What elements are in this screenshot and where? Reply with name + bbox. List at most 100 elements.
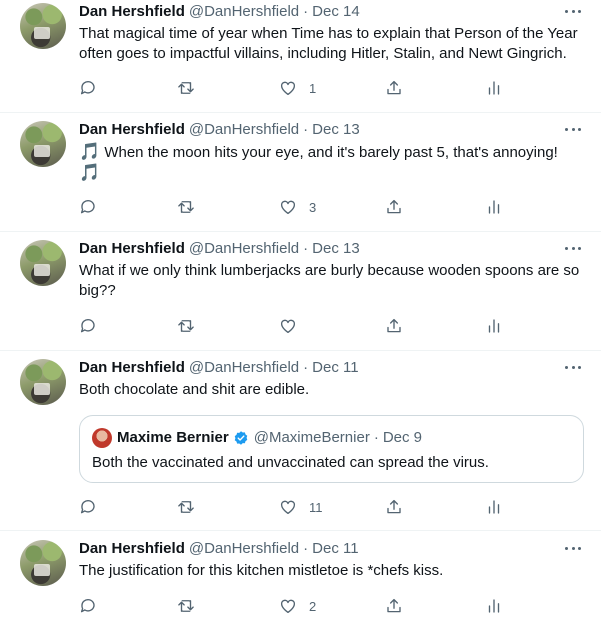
tweet[interactable]: Dan Hershfield @DanHershfield · Dec 14 T… [0, 0, 601, 113]
retweet-button[interactable] [177, 595, 195, 617]
music-note-emoji: 🎵 [79, 142, 101, 161]
reply-icon [80, 200, 95, 214]
tweet-text: 🎵 When the moon hits your eye, and it's … [79, 142, 584, 184]
author-handle[interactable]: @DanHershfield [189, 539, 299, 559]
tweet-header: Dan Hershfield @DanHershfield · Dec 11 [79, 358, 359, 378]
tweet-date[interactable]: Dec 14 [312, 2, 360, 22]
like-button[interactable] [279, 315, 309, 337]
more-icon[interactable] [562, 122, 584, 136]
more-icon[interactable] [562, 541, 584, 555]
retweet-icon [178, 82, 194, 94]
tweet-text: That magical time of year when Time has … [79, 25, 578, 62]
separator-dot: · [303, 121, 309, 138]
separator-dot: · [303, 540, 309, 557]
share-button[interactable] [385, 496, 403, 518]
retweet-icon [178, 501, 194, 513]
tweet[interactable]: Dan Hershfield @DanHershfield · Dec 11 B… [0, 356, 601, 531]
author-handle[interactable]: @DanHershfield [189, 120, 299, 140]
author-name[interactable]: Dan Hershfield [79, 239, 185, 259]
share-button[interactable] [385, 595, 403, 617]
tweet[interactable]: Dan Hershfield @DanHershfield · Dec 11 T… [0, 537, 601, 628]
tweet[interactable]: Dan Hershfield @DanHershfield · Dec 13 W… [0, 237, 601, 351]
author-name[interactable]: Dan Hershfield [79, 539, 185, 559]
like-icon [280, 500, 296, 515]
author-name[interactable]: Dan Hershfield [79, 358, 185, 378]
share-button[interactable] [385, 315, 403, 337]
more-icon[interactable] [562, 4, 584, 18]
like-button[interactable]: 11 [279, 496, 323, 518]
analytics-icon [488, 500, 500, 514]
share-icon [387, 199, 401, 214]
tweet-actions: 3 [79, 196, 500, 218]
reply-button[interactable] [79, 315, 97, 337]
more-icon[interactable] [562, 360, 584, 374]
tweet-actions: 11 [79, 496, 500, 518]
music-note-emoji: 🎵 [79, 163, 101, 182]
retweet-button[interactable] [177, 77, 195, 99]
like-count: 2 [309, 598, 317, 614]
share-button[interactable] [385, 196, 403, 218]
analytics-icon [488, 81, 500, 95]
retweet-button[interactable] [177, 196, 195, 218]
tweet-date[interactable]: Dec 13 [312, 239, 360, 259]
tweet-header: Dan Hershfield @DanHershfield · Dec 11 [79, 539, 359, 559]
analytics-icon [488, 599, 500, 613]
retweet-button[interactable] [177, 315, 195, 337]
retweet-button[interactable] [177, 496, 195, 518]
tweet-date[interactable]: Dec 11 [312, 358, 358, 378]
quoted-tweet-header: Maxime Bernier @MaximeBernier · Dec 9 [117, 428, 422, 448]
avatar[interactable] [20, 240, 66, 286]
tweet[interactable]: Dan Hershfield @DanHershfield · Dec 13 🎵… [0, 118, 601, 232]
avatar[interactable] [20, 540, 66, 586]
analytics-button[interactable] [485, 496, 503, 518]
like-icon [280, 319, 296, 334]
like-button[interactable]: 2 [279, 595, 316, 617]
tweet-actions: 1 [79, 77, 500, 99]
reply-button[interactable] [79, 496, 97, 518]
reply-button[interactable] [79, 196, 97, 218]
separator-dot: · [303, 3, 309, 20]
reply-icon [80, 319, 95, 333]
share-icon [387, 80, 401, 95]
quoted-avatar [92, 428, 112, 448]
like-button[interactable]: 1 [279, 77, 316, 99]
tweet-text: What if we only think lumberjacks are bu… [79, 262, 580, 299]
retweet-icon [178, 320, 194, 332]
like-button[interactable]: 3 [279, 196, 316, 218]
tweet-text: Both chocolate and shit are edible. [79, 381, 310, 398]
tweet-header: Dan Hershfield @DanHershfield · Dec 13 [79, 239, 360, 259]
tweet-header: Dan Hershfield @DanHershfield · Dec 13 [79, 120, 360, 140]
analytics-button[interactable] [485, 196, 503, 218]
quoted-author-handle: @MaximeBernier [253, 429, 370, 446]
quoted-tweet[interactable]: Maxime Bernier @MaximeBernier · Dec 9 Bo… [79, 415, 584, 483]
author-handle[interactable]: @DanHershfield [189, 358, 299, 378]
separator-dot: · [303, 240, 309, 257]
author-handle[interactable]: @DanHershfield [189, 239, 299, 259]
more-icon[interactable] [562, 241, 584, 255]
reply-icon [80, 81, 95, 95]
reply-button[interactable] [79, 77, 97, 99]
like-icon [280, 81, 296, 96]
share-button[interactable] [385, 77, 403, 99]
author-name[interactable]: Dan Hershfield [79, 2, 185, 22]
analytics-icon [488, 319, 500, 333]
tweet-date[interactable]: Dec 11 [312, 539, 358, 559]
analytics-button[interactable] [485, 315, 503, 337]
like-count: 11 [309, 499, 323, 515]
retweet-icon [178, 201, 194, 213]
tweet-header: Dan Hershfield @DanHershfield · Dec 14 [79, 2, 360, 22]
timeline: Dan Hershfield @DanHershfield · Dec 14 T… [0, 0, 601, 628]
author-handle[interactable]: @DanHershfield [189, 2, 299, 22]
author-name[interactable]: Dan Hershfield [79, 120, 185, 140]
avatar[interactable] [20, 359, 66, 405]
avatar[interactable] [20, 3, 66, 49]
analytics-button[interactable] [485, 595, 503, 617]
analytics-button[interactable] [485, 77, 503, 99]
reply-icon [80, 599, 95, 613]
tweet-actions: 2 [79, 595, 500, 617]
tweet-date[interactable]: Dec 13 [312, 120, 360, 140]
tweet-text-body: When the moon hits your eye, and it's ba… [100, 144, 558, 161]
reply-button[interactable] [79, 595, 97, 617]
separator-dot: · [373, 429, 379, 446]
avatar[interactable] [20, 121, 66, 167]
